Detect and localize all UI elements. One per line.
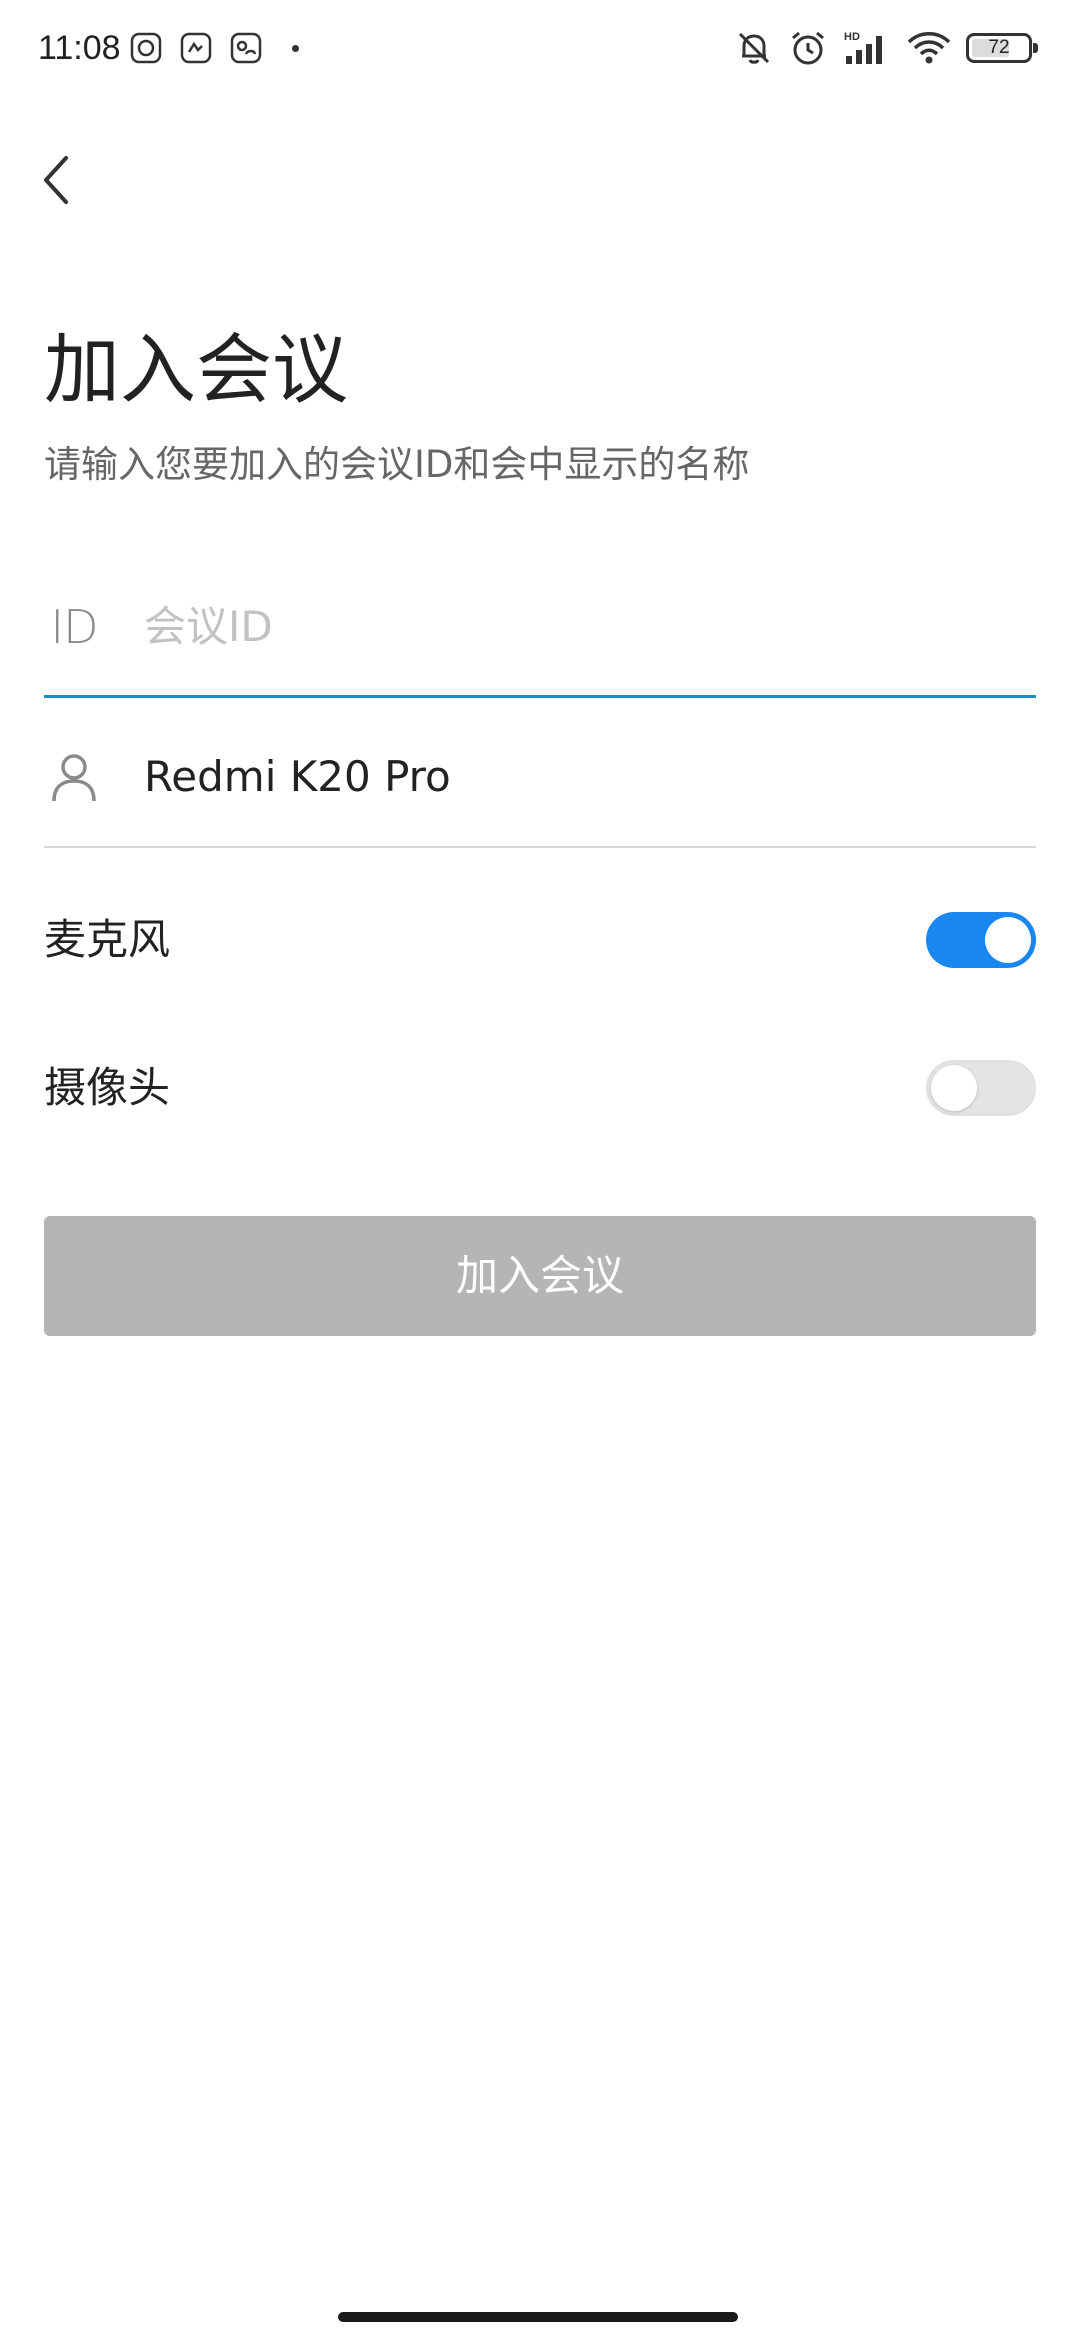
- notification-app-icon: [180, 32, 212, 64]
- toggle-knob: [985, 917, 1031, 963]
- id-icon-text: ID: [50, 599, 99, 654]
- page-subtitle: 请输入您要加入的会议ID和会中显示的名称: [44, 443, 750, 486]
- signal-hd-icon: HD: [844, 31, 882, 64]
- camera-toggle[interactable]: [926, 1060, 1036, 1116]
- join-meeting-button[interactable]: 加入会议: [44, 1216, 1036, 1336]
- meeting-id-input[interactable]: [144, 596, 1036, 657]
- more-notifications-dot: [292, 44, 299, 52]
- alarm-icon: [792, 31, 824, 65]
- microphone-label: 麦克风: [44, 915, 171, 964]
- display-name-input[interactable]: [144, 747, 1036, 807]
- camera-label: 摄像头: [44, 1063, 171, 1112]
- battery-percent: 72: [988, 37, 1010, 58]
- display-name-field[interactable]: [44, 708, 1036, 848]
- microphone-toggle[interactable]: [926, 912, 1036, 968]
- user-icon: [52, 754, 96, 802]
- meeting-id-field[interactable]: ID: [44, 558, 1036, 698]
- back-arrow-icon: [44, 156, 68, 204]
- id-icon: ID: [44, 597, 104, 657]
- system-icons: HD 72: [734, 26, 1038, 70]
- camera-row: 摄像头: [44, 1038, 1036, 1138]
- notification-icons: [128, 30, 299, 66]
- back-button[interactable]: [20, 140, 92, 220]
- page-title: 加入会议: [44, 325, 348, 414]
- wifi-icon: [907, 32, 951, 64]
- notification-app-icon: [130, 32, 162, 64]
- toggle-knob: [931, 1065, 977, 1111]
- person-icon: [44, 747, 104, 807]
- mute-bell-icon: [738, 32, 770, 64]
- battery-icon: 72: [966, 33, 1038, 63]
- microphone-row: 麦克风: [44, 890, 1036, 990]
- status-bar: 11:08 HD 72: [0, 0, 1080, 96]
- status-time: 11:08: [38, 29, 121, 67]
- svg-text:HD: HD: [844, 31, 860, 43]
- notification-app-icon: [230, 32, 262, 64]
- home-indicator[interactable]: [338, 2312, 738, 2322]
